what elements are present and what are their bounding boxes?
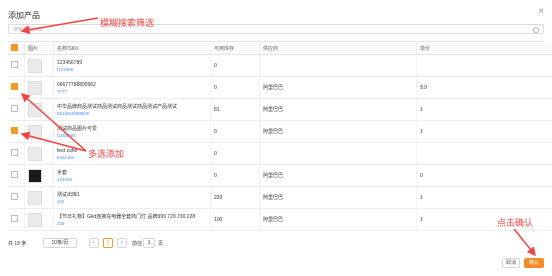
add-product-dialog: 添加产品 × 搜索产品SKU 图片 名称/SKU 可用库存 供应商 单价 123…	[0, 0, 552, 276]
annotation-arrows	[20, 17, 536, 257]
